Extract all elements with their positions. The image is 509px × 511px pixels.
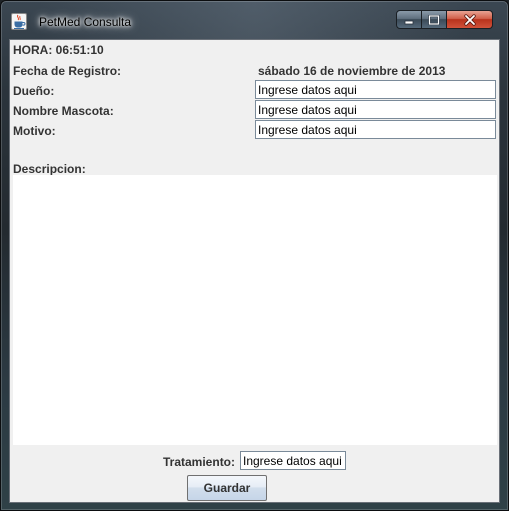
treatment-label: Tratamiento: [163, 455, 236, 469]
registration-date-label: Fecha de Registro: [13, 64, 122, 78]
java-coffee-cup-icon[interactable] [11, 13, 27, 30]
pet-name-label: Nombre Mascota: [13, 104, 114, 118]
time-label: HORA: 06:51:10 [13, 43, 104, 57]
maximize-icon [428, 14, 440, 25]
maximize-button[interactable] [422, 10, 447, 29]
pet-name-field[interactable] [255, 100, 496, 119]
window-controls [396, 10, 493, 29]
minimize-button[interactable] [396, 10, 422, 29]
close-button[interactable] [447, 10, 493, 29]
description-label: Descripcion: [13, 162, 86, 176]
save-button[interactable]: Guardar [187, 475, 267, 501]
app-window: PetMed Consulta HORA: 06:51:10 Fecha de … [0, 0, 509, 511]
owner-field[interactable] [255, 80, 496, 99]
title-bar[interactable]: PetMed Consulta [1, 1, 509, 39]
owner-label: Dueño: [13, 84, 55, 98]
reason-label: Motivo: [13, 124, 56, 138]
consultation-form: HORA: 06:51:10 Fecha de Registro: sábado… [9, 39, 500, 503]
reason-field[interactable] [255, 120, 496, 139]
window-title: PetMed Consulta [39, 15, 132, 29]
treatment-field[interactable] [240, 451, 346, 470]
description-textarea[interactable] [13, 175, 497, 445]
minimize-icon [404, 20, 414, 24]
close-icon [463, 13, 476, 26]
registration-date-value: sábado 16 de noviembre de 2013 [258, 64, 446, 78]
